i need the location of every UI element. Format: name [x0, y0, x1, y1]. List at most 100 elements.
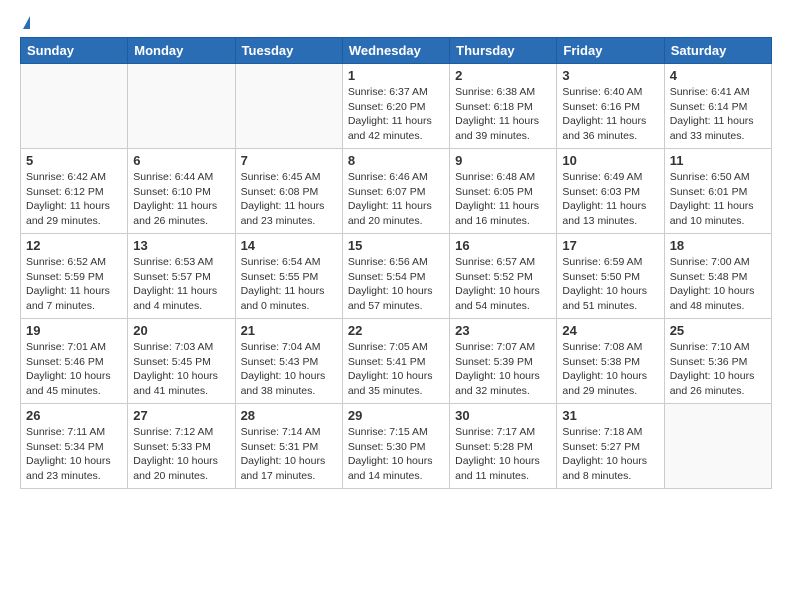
- calendar-cell: 17 Sunrise: 6:59 AM Sunset: 5:50 PM Dayli…: [557, 234, 664, 319]
- calendar-cell: 19 Sunrise: 7:01 AM Sunset: 5:46 PM Dayli…: [21, 319, 128, 404]
- day-number: 17: [562, 238, 658, 253]
- weekday-header-row: SundayMondayTuesdayWednesdayThursdayFrid…: [21, 38, 772, 64]
- day-number: 3: [562, 68, 658, 83]
- week-row-1: 1Sunrise: 6:37 AM Sunset: 6:20 PM Daylig…: [21, 64, 772, 149]
- calendar-cell: 9Sunrise: 6:48 AM Sunset: 6:05 PM Daylig…: [450, 149, 557, 234]
- header: [20, 16, 772, 29]
- day-info: Sunrise: 6:44 AM Sunset: 6:10 PM Dayligh…: [133, 170, 229, 229]
- day-number: 16: [455, 238, 551, 253]
- day-info: Sunrise: 6:54 AM Sunset: 5:55 PM Dayligh…: [241, 255, 337, 314]
- day-info: Sunrise: 6:40 AM Sunset: 6:16 PM Dayligh…: [562, 85, 658, 144]
- weekday-header-sunday: Sunday: [21, 38, 128, 64]
- day-number: 30: [455, 408, 551, 423]
- calendar-cell: 10 Sunrise: 6:49 AM Sunset: 6:03 PM Dayli…: [557, 149, 664, 234]
- day-number: 4: [670, 68, 766, 83]
- day-number: 25: [670, 323, 766, 338]
- weekday-header-saturday: Saturday: [664, 38, 771, 64]
- calendar-cell: 11 Sunrise: 6:50 AM Sunset: 6:01 PM Dayli…: [664, 149, 771, 234]
- weekday-header-thursday: Thursday: [450, 38, 557, 64]
- calendar-cell: 6 Sunrise: 6:44 AM Sunset: 6:10 PM Daylig…: [128, 149, 235, 234]
- calendar-cell: 13Sunrise: 6:53 AM Sunset: 5:57 PM Dayli…: [128, 234, 235, 319]
- calendar-cell: 14 Sunrise: 6:54 AM Sunset: 5:55 PM Dayli…: [235, 234, 342, 319]
- logo-general: [20, 16, 30, 29]
- day-number: 28: [241, 408, 337, 423]
- day-info: Sunrise: 6:57 AM Sunset: 5:52 PM Dayligh…: [455, 255, 551, 314]
- day-info: Sunrise: 6:45 AM Sunset: 6:08 PM Dayligh…: [241, 170, 337, 229]
- week-row-2: 5 Sunrise: 6:42 AM Sunset: 6:12 PM Daylig…: [21, 149, 772, 234]
- day-number: 26: [26, 408, 122, 423]
- day-info: Sunrise: 7:18 AM Sunset: 5:27 PM Dayligh…: [562, 425, 658, 484]
- calendar-cell: 7 Sunrise: 6:45 AM Sunset: 6:08 PM Daylig…: [235, 149, 342, 234]
- day-info: Sunrise: 7:05 AM Sunset: 5:41 PM Dayligh…: [348, 340, 444, 399]
- day-number: 2: [455, 68, 551, 83]
- logo: [20, 16, 30, 29]
- calendar-cell: 21 Sunrise: 7:04 AM Sunset: 5:43 PM Dayli…: [235, 319, 342, 404]
- calendar-container: SundayMondayTuesdayWednesdayThursdayFrid…: [0, 0, 792, 505]
- weekday-header-monday: Monday: [128, 38, 235, 64]
- day-number: 5: [26, 153, 122, 168]
- day-number: 12: [26, 238, 122, 253]
- day-number: 10: [562, 153, 658, 168]
- day-number: 20: [133, 323, 229, 338]
- weekday-header-wednesday: Wednesday: [342, 38, 449, 64]
- day-number: 18: [670, 238, 766, 253]
- week-row-4: 19 Sunrise: 7:01 AM Sunset: 5:46 PM Dayli…: [21, 319, 772, 404]
- day-info: Sunrise: 7:08 AM Sunset: 5:38 PM Dayligh…: [562, 340, 658, 399]
- day-info: Sunrise: 6:50 AM Sunset: 6:01 PM Dayligh…: [670, 170, 766, 229]
- calendar-cell: 5 Sunrise: 6:42 AM Sunset: 6:12 PM Daylig…: [21, 149, 128, 234]
- day-number: 13: [133, 238, 229, 253]
- calendar-table: SundayMondayTuesdayWednesdayThursdayFrid…: [20, 37, 772, 489]
- day-info: Sunrise: 7:04 AM Sunset: 5:43 PM Dayligh…: [241, 340, 337, 399]
- day-number: 23: [455, 323, 551, 338]
- calendar-cell: 22 Sunrise: 7:05 AM Sunset: 5:41 PM Dayli…: [342, 319, 449, 404]
- day-info: Sunrise: 7:03 AM Sunset: 5:45 PM Dayligh…: [133, 340, 229, 399]
- calendar-cell: 8 Sunrise: 6:46 AM Sunset: 6:07 PM Daylig…: [342, 149, 449, 234]
- day-info: Sunrise: 6:49 AM Sunset: 6:03 PM Dayligh…: [562, 170, 658, 229]
- day-info: Sunrise: 7:00 AM Sunset: 5:48 PM Dayligh…: [670, 255, 766, 314]
- day-info: Sunrise: 7:10 AM Sunset: 5:36 PM Dayligh…: [670, 340, 766, 399]
- day-number: 19: [26, 323, 122, 338]
- day-number: 21: [241, 323, 337, 338]
- week-row-5: 26 Sunrise: 7:11 AM Sunset: 5:34 PM Dayli…: [21, 404, 772, 489]
- day-number: 22: [348, 323, 444, 338]
- calendar-cell: [128, 64, 235, 149]
- day-info: Sunrise: 7:11 AM Sunset: 5:34 PM Dayligh…: [26, 425, 122, 484]
- calendar-cell: 31Sunrise: 7:18 AM Sunset: 5:27 PM Dayli…: [557, 404, 664, 489]
- day-number: 7: [241, 153, 337, 168]
- calendar-cell: 29Sunrise: 7:15 AM Sunset: 5:30 PM Dayli…: [342, 404, 449, 489]
- calendar-cell: 3 Sunrise: 6:40 AM Sunset: 6:16 PM Daylig…: [557, 64, 664, 149]
- day-number: 27: [133, 408, 229, 423]
- day-info: Sunrise: 7:07 AM Sunset: 5:39 PM Dayligh…: [455, 340, 551, 399]
- weekday-header-tuesday: Tuesday: [235, 38, 342, 64]
- weekday-header-friday: Friday: [557, 38, 664, 64]
- day-info: Sunrise: 6:37 AM Sunset: 6:20 PM Dayligh…: [348, 85, 444, 144]
- day-info: Sunrise: 6:48 AM Sunset: 6:05 PM Dayligh…: [455, 170, 551, 229]
- day-info: Sunrise: 6:46 AM Sunset: 6:07 PM Dayligh…: [348, 170, 444, 229]
- calendar-cell: 16 Sunrise: 6:57 AM Sunset: 5:52 PM Dayli…: [450, 234, 557, 319]
- day-info: Sunrise: 7:17 AM Sunset: 5:28 PM Dayligh…: [455, 425, 551, 484]
- calendar-cell: 26 Sunrise: 7:11 AM Sunset: 5:34 PM Dayli…: [21, 404, 128, 489]
- calendar-cell: 1Sunrise: 6:37 AM Sunset: 6:20 PM Daylig…: [342, 64, 449, 149]
- day-number: 6: [133, 153, 229, 168]
- day-info: Sunrise: 6:52 AM Sunset: 5:59 PM Dayligh…: [26, 255, 122, 314]
- day-number: 8: [348, 153, 444, 168]
- calendar-cell: 20 Sunrise: 7:03 AM Sunset: 5:45 PM Dayli…: [128, 319, 235, 404]
- calendar-cell: 15 Sunrise: 6:56 AM Sunset: 5:54 PM Dayli…: [342, 234, 449, 319]
- calendar-cell: 30 Sunrise: 7:17 AM Sunset: 5:28 PM Dayli…: [450, 404, 557, 489]
- day-info: Sunrise: 7:01 AM Sunset: 5:46 PM Dayligh…: [26, 340, 122, 399]
- day-number: 29: [348, 408, 444, 423]
- calendar-cell: 28Sunrise: 7:14 AM Sunset: 5:31 PM Dayli…: [235, 404, 342, 489]
- day-info: Sunrise: 6:56 AM Sunset: 5:54 PM Dayligh…: [348, 255, 444, 314]
- day-info: Sunrise: 6:59 AM Sunset: 5:50 PM Dayligh…: [562, 255, 658, 314]
- day-number: 15: [348, 238, 444, 253]
- day-number: 11: [670, 153, 766, 168]
- day-number: 24: [562, 323, 658, 338]
- day-info: Sunrise: 6:42 AM Sunset: 6:12 PM Dayligh…: [26, 170, 122, 229]
- day-info: Sunrise: 6:38 AM Sunset: 6:18 PM Dayligh…: [455, 85, 551, 144]
- calendar-cell: 24 Sunrise: 7:08 AM Sunset: 5:38 PM Dayli…: [557, 319, 664, 404]
- calendar-cell: 12 Sunrise: 6:52 AM Sunset: 5:59 PM Dayli…: [21, 234, 128, 319]
- day-info: Sunrise: 7:12 AM Sunset: 5:33 PM Dayligh…: [133, 425, 229, 484]
- calendar-cell: [664, 404, 771, 489]
- day-number: 14: [241, 238, 337, 253]
- calendar-cell: [21, 64, 128, 149]
